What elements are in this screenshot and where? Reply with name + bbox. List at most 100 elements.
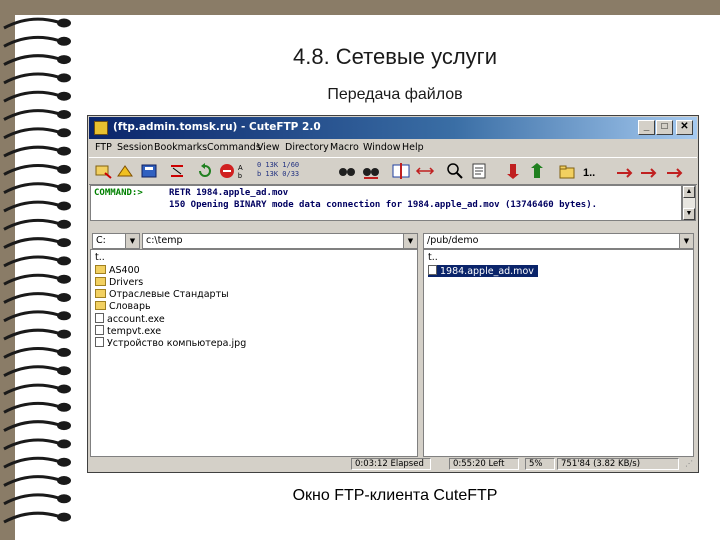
- spiral-ring: [3, 17, 59, 30]
- menu-window[interactable]: Window: [363, 142, 400, 153]
- spiral-hole: [57, 384, 71, 394]
- spiral-hole: [57, 311, 71, 321]
- disconnect-icon[interactable]: [167, 161, 187, 181]
- view-icon[interactable]: [469, 161, 489, 181]
- up-directory-item[interactable]: t..: [428, 252, 438, 264]
- menu-directory[interactable]: Directory: [285, 142, 329, 153]
- slide-title: 4.8. Сетевые услуги: [292, 44, 497, 69]
- file-name: Устройство компьютера.jpg: [107, 338, 247, 349]
- remote-path-select[interactable]: /pub/demo ▼: [423, 233, 694, 249]
- chevron-down-icon[interactable]: ▼: [125, 234, 139, 248]
- folder-icon: [95, 289, 106, 298]
- spiral-hole: [57, 439, 71, 449]
- window-title: (ftp.admin.tomsk.ru) - CuteFTP 2.0: [113, 121, 321, 133]
- spiral-hole: [57, 201, 71, 211]
- spiral-ring: [3, 145, 59, 158]
- list-item-selected[interactable]: 1984.apple_ad.mov: [428, 265, 538, 277]
- spiral-hole: [57, 274, 71, 284]
- list-item[interactable]: Отраслевые Стандарты: [95, 289, 229, 301]
- remote-path-value: /pub/demo: [427, 235, 479, 246]
- spiral-hole: [57, 293, 71, 302]
- menu-macro[interactable]: Macro: [330, 142, 359, 153]
- list-item[interactable]: Устройство компьютера.jpg: [95, 337, 246, 349]
- stop-icon[interactable]: [217, 161, 237, 181]
- local-path-value: c:\temp: [146, 235, 183, 246]
- file-icon: [95, 337, 104, 347]
- spiral-hole: [57, 73, 71, 83]
- menu-view[interactable]: View: [257, 142, 280, 153]
- spiral-hole: [57, 366, 71, 376]
- find-icon[interactable]: [445, 161, 465, 181]
- resize-grip-icon[interactable]: ⋰: [685, 459, 695, 469]
- list-item[interactable]: account.exe: [95, 313, 165, 325]
- chevron-down-icon[interactable]: ▼: [679, 234, 693, 248]
- list-item[interactable]: Словарь: [95, 301, 151, 313]
- drive-select[interactable]: C: ▼: [92, 233, 140, 249]
- menu-help[interactable]: Help: [402, 142, 424, 153]
- spiral-ring: [3, 127, 59, 140]
- queue-3-icon[interactable]: [665, 161, 685, 181]
- remote-file-list[interactable]: t.. 1984.apple_ad.mov: [423, 249, 694, 457]
- cuteftp-window: (ftp.admin.tomsk.ru) - CuteFTP 2.0 _ □ ✕…: [87, 115, 699, 473]
- spiral-hole: [57, 128, 71, 138]
- up-directory-item[interactable]: t..: [95, 252, 105, 264]
- spiral-ring: [3, 200, 59, 213]
- menu-ftp[interactable]: FTP: [95, 142, 112, 153]
- transfer-mode-icon[interactable]: Ab: [235, 161, 255, 181]
- spiral-binding-icon: [3, 17, 71, 524]
- slide-caption: Окно FTP-клиента CuteFTP: [292, 487, 498, 504]
- spiral-ring: [3, 438, 59, 451]
- binoculars-2-icon[interactable]: [361, 161, 381, 181]
- minimize-button[interactable]: _: [638, 120, 655, 135]
- log-scrollbar[interactable]: ▲ ▼: [682, 185, 696, 221]
- scroll-up-icon[interactable]: ▲: [683, 186, 695, 198]
- spiral-hole: [57, 238, 71, 248]
- queue-icon[interactable]: [615, 161, 635, 181]
- list-item[interactable]: AS400: [95, 265, 140, 277]
- menu-commands[interactable]: Commands: [207, 142, 261, 153]
- file-name: 1984.apple_ad.mov: [440, 266, 534, 277]
- folder-icon: [95, 265, 106, 274]
- chevron-down-icon[interactable]: ▼: [403, 234, 417, 248]
- spiral-hole: [57, 110, 71, 119]
- local-file-list[interactable]: t.. AS400 Drivers Отраслевые Стандарты С…: [90, 249, 418, 457]
- queue-2-icon[interactable]: [639, 161, 659, 181]
- app-icon: [94, 121, 108, 135]
- menu-bookmarks[interactable]: Bookmarks: [154, 142, 207, 153]
- transfer-stats-line2: b 13K 0/33: [257, 170, 300, 178]
- refresh-icon[interactable]: [195, 161, 215, 181]
- bookmarks-icon[interactable]: [139, 161, 159, 181]
- status-bytes: 751'84 (3.82 KB/s): [557, 458, 679, 470]
- spiral-hole: [57, 421, 71, 431]
- binoculars-icon[interactable]: [337, 161, 357, 181]
- file-name: AS400: [109, 265, 140, 276]
- file-icon: [95, 325, 104, 335]
- menu-bar: FTP Session Bookmarks Commands View Dire…: [89, 140, 697, 156]
- list-item[interactable]: Drivers: [95, 277, 143, 289]
- svg-text:1..: 1..: [583, 167, 595, 179]
- list-item[interactable]: tempvt.exe: [95, 325, 161, 337]
- spiral-ring: [3, 310, 59, 323]
- connect-window-icon[interactable]: [391, 161, 411, 181]
- spiral-hole: [57, 219, 71, 229]
- menu-session[interactable]: Session: [117, 142, 153, 153]
- close-button[interactable]: ✕: [676, 120, 693, 135]
- swap-icon[interactable]: [415, 161, 435, 181]
- new-folder-icon[interactable]: [557, 161, 577, 181]
- upload-icon[interactable]: [527, 161, 547, 181]
- file-name: tempvt.exe: [107, 326, 162, 337]
- spiral-ring: [3, 401, 59, 414]
- scroll-down-icon[interactable]: ▼: [683, 208, 695, 220]
- transfer-stats: 0 13K 1/60 b 13K 0/33: [257, 161, 317, 181]
- up-arrow-label: t..: [428, 252, 438, 263]
- properties-icon[interactable]: 1..: [581, 161, 601, 181]
- window-titlebar[interactable]: (ftp.admin.tomsk.ru) - CuteFTP 2.0 _ □ ✕: [89, 117, 697, 139]
- spiral-hole: [57, 146, 71, 156]
- local-path-select[interactable]: c:\temp ▼: [142, 233, 418, 249]
- maximize-button[interactable]: □: [656, 120, 673, 135]
- download-icon[interactable]: [503, 161, 523, 181]
- file-name: Отраслевые Стандарты: [109, 289, 229, 300]
- connect-icon[interactable]: [93, 161, 113, 181]
- quick-connect-icon[interactable]: [115, 161, 135, 181]
- spiral-ring: [3, 456, 59, 469]
